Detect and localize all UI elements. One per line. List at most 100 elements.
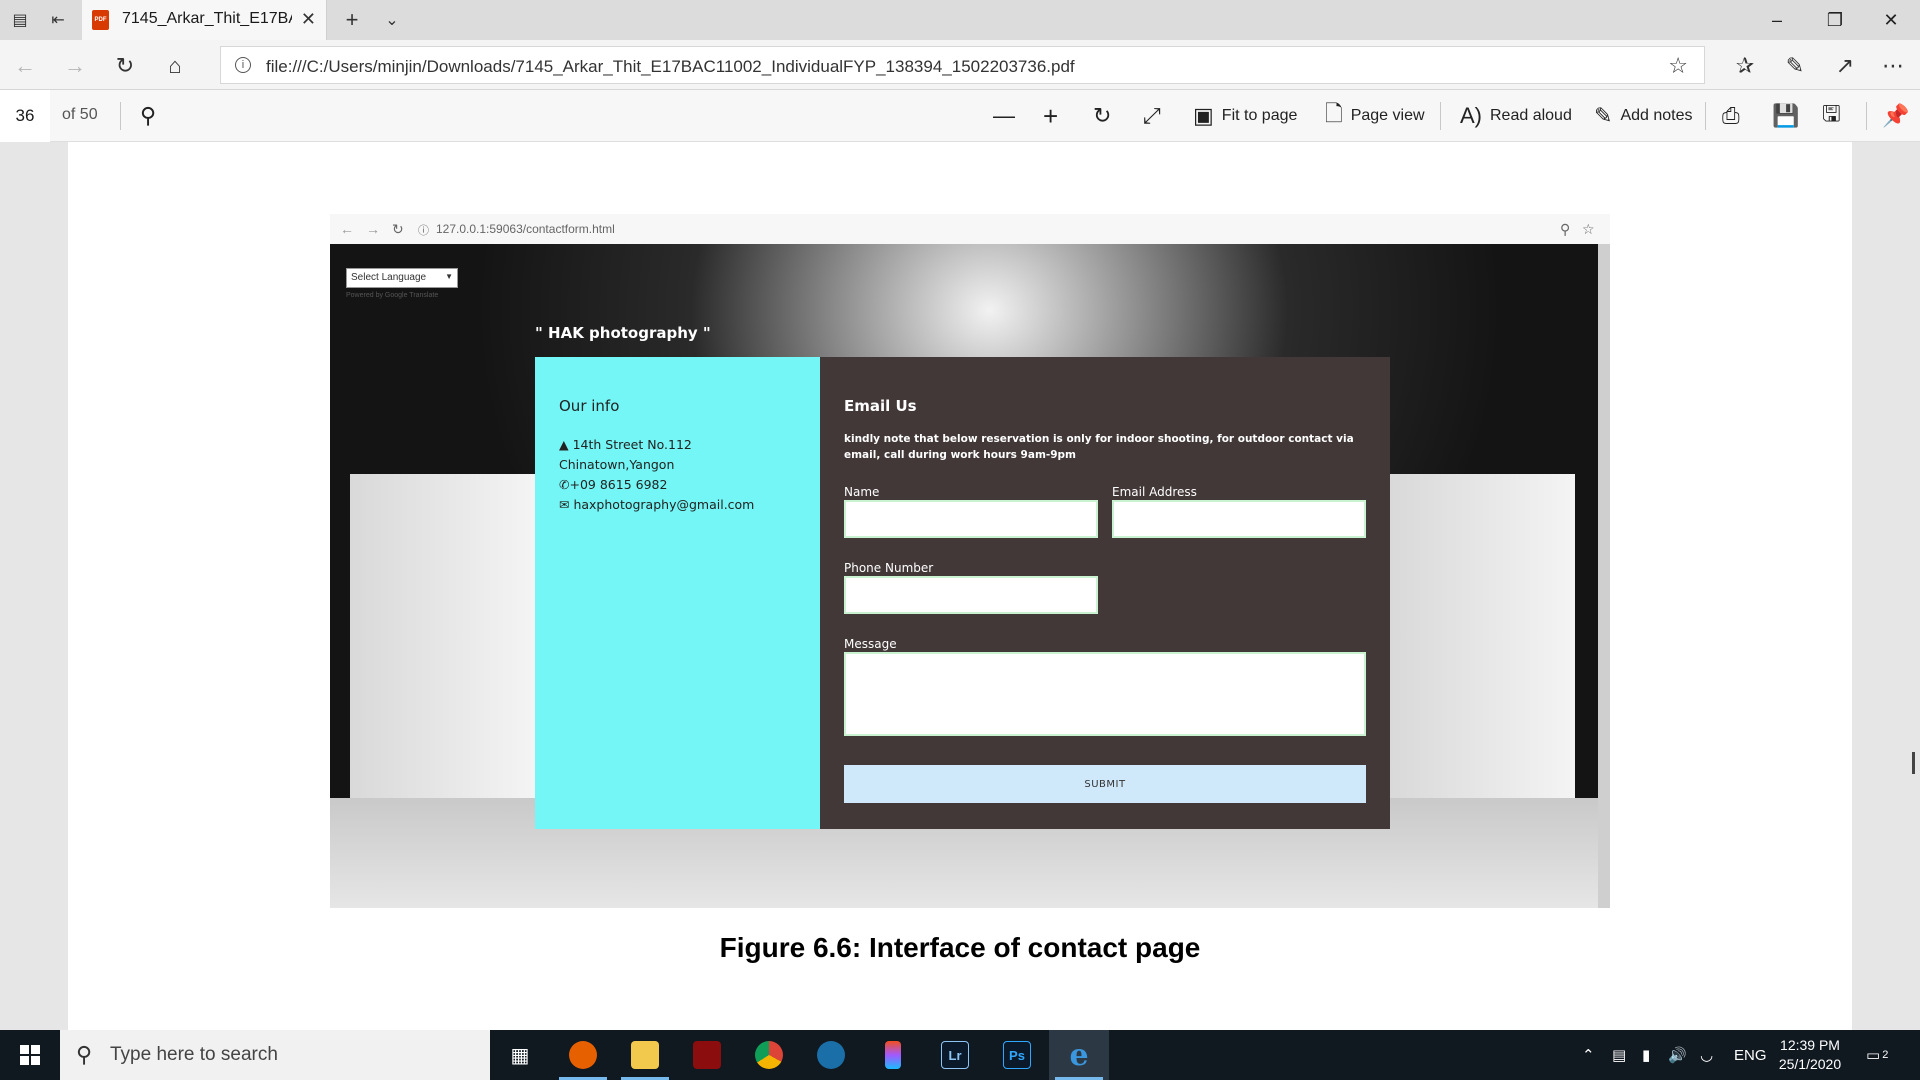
taskbar-chrome[interactable]: [739, 1030, 799, 1080]
red-app-icon: [693, 1041, 721, 1069]
toolbar-divider: [1866, 102, 1867, 130]
battery-icon[interactable]: ▮: [1642, 1030, 1650, 1080]
page-view-button[interactable]: 🗋 Page view: [1325, 90, 1425, 142]
our-info-panel: Our info ▲ 14th Street No.112 Chinatown,…: [535, 357, 820, 829]
search-icon: ⚲: [76, 1042, 93, 1067]
close-window-button[interactable]: ✕: [1862, 0, 1920, 40]
read-aloud-button[interactable]: A) Read aloud: [1460, 90, 1572, 142]
save-icon[interactable]: 💾: [1772, 90, 1807, 142]
toolbar-divider: [120, 102, 121, 130]
tab-actions-icon[interactable]: ▤: [8, 8, 32, 32]
screenshot-zoom-icon: ⚲: [1560, 221, 1571, 237]
taskbar-figma[interactable]: [863, 1030, 923, 1080]
restore-button[interactable]: ❐: [1806, 0, 1864, 40]
fit-to-page-label: Fit to page: [1221, 107, 1298, 124]
page-view-label: Page view: [1350, 107, 1425, 124]
action-center-button[interactable]: ▭ 2: [1866, 1030, 1888, 1080]
set-tabs-aside-icon[interactable]: ⇤: [46, 8, 70, 32]
our-info-heading: Our info: [559, 397, 620, 415]
tab-title: 7145_Arkar_Thit_E17BAC11002_IndividualFY…: [122, 10, 292, 27]
edge-icon: e: [1069, 1037, 1089, 1073]
screenshot-star-icon: ☆: [1582, 221, 1595, 237]
screenshot-url: 127.0.0.1:59063/contactform.html: [436, 222, 615, 236]
save-as-icon[interactable]: 🖫: [1822, 90, 1849, 142]
taskbar-steam[interactable]: [801, 1030, 861, 1080]
back-icon[interactable]: ←: [12, 53, 38, 79]
message-label: Message: [844, 637, 897, 651]
minimize-button[interactable]: –: [1748, 0, 1806, 40]
add-notes-button[interactable]: ✎ Add notes: [1594, 90, 1693, 142]
reservation-note: kindly note that below reservation is on…: [844, 433, 1354, 461]
zoom-in-icon[interactable]: +: [1043, 90, 1066, 142]
page-number-input[interactable]: 36: [0, 90, 50, 142]
tablet-icon[interactable]: ▤: [1612, 1030, 1626, 1080]
studio-backdrop-left: [350, 474, 535, 804]
page-total: of 50: [62, 106, 98, 123]
email-address-label: Email Address: [1112, 485, 1197, 499]
navigation-bar: ← → ↻ ⌂ i file:///C:/Users/minjin/Downlo…: [0, 40, 1920, 90]
start-button[interactable]: [0, 1030, 60, 1080]
taskbar-search-box[interactable]: ⚲ Type here to search: [60, 1030, 490, 1080]
more-icon[interactable]: ⋯: [1880, 53, 1906, 79]
pin-toolbar-icon[interactable]: 📌: [1882, 90, 1917, 142]
read-aloud-label: Read aloud: [1490, 107, 1572, 124]
brand-name: " HAK photography ": [535, 324, 711, 342]
browser-tab[interactable]: PDF 7145_Arkar_Thit_E17BAC11002_Individu…: [82, 0, 327, 40]
pen-icon: ✎: [1594, 103, 1613, 128]
notification-count: 2: [1882, 1049, 1889, 1061]
add-notes-label: Add notes: [1620, 107, 1693, 124]
page-view-icon: 🗋: [1325, 101, 1343, 126]
language-select-value: Select Language: [351, 272, 427, 283]
task-view-button[interactable]: ▦: [490, 1030, 550, 1080]
input-language[interactable]: ENG: [1734, 1030, 1767, 1080]
full-screen-icon[interactable]: ⤢: [1143, 90, 1169, 142]
print-icon[interactable]: ⎙: [1722, 90, 1748, 142]
phone-icon: ✆: [559, 477, 570, 492]
email-address-field: [1112, 500, 1366, 538]
fit-to-page-button[interactable]: ▣ Fit to page: [1193, 90, 1297, 142]
address-bar[interactable]: i file:///C:/Users/minjin/Downloads/7145…: [220, 46, 1705, 84]
pdf-page: ← → ↻ ⓘ 127.0.0.1:59063/contactform.html…: [68, 142, 1852, 1030]
favorite-star-icon[interactable]: ☆: [1668, 53, 1688, 79]
refresh-icon[interactable]: ↻: [112, 53, 138, 79]
photoshop-icon: Ps: [1003, 1041, 1031, 1069]
dropdown-arrow-icon: ▼: [445, 272, 453, 281]
taskbar-lightroom[interactable]: Lr: [925, 1030, 985, 1080]
rotate-icon[interactable]: ↻: [1093, 90, 1119, 142]
web-note-icon[interactable]: ✎: [1782, 53, 1808, 79]
forward-icon[interactable]: →: [62, 53, 88, 79]
powered-by-label: Powered by Google Translate: [346, 292, 439, 299]
phone-number-label: Phone Number: [844, 561, 934, 575]
clock[interactable]: 12:39 PM 25/1/2020: [1770, 1036, 1850, 1074]
name-label: Name: [844, 485, 880, 499]
search-icon[interactable]: ⚲: [140, 90, 164, 142]
taskbar-photoshop[interactable]: Ps: [987, 1030, 1047, 1080]
share-icon[interactable]: ↗: [1832, 53, 1858, 79]
chrome-icon: [755, 1041, 783, 1069]
notification-icon: ▭: [1866, 1047, 1881, 1064]
taskbar-firefox[interactable]: [553, 1030, 613, 1080]
lightroom-icon: Lr: [941, 1041, 969, 1069]
vertical-scrollbar-thumb[interactable]: [1912, 752, 1915, 774]
phone-text: +09 8615 6982: [569, 477, 668, 492]
toolbar-divider: [1705, 102, 1706, 130]
new-tab-icon[interactable]: +: [340, 7, 364, 32]
email-us-panel: Email Us kindly note that below reservat…: [820, 357, 1390, 829]
pdf-viewer[interactable]: ← → ↻ ⓘ 127.0.0.1:59063/contactform.html…: [0, 142, 1920, 1030]
read-aloud-icon: A): [1460, 103, 1482, 128]
site-info-icon[interactable]: i: [235, 57, 251, 73]
show-hidden-icons-icon[interactable]: ⌃: [1582, 1030, 1595, 1080]
volume-icon[interactable]: 🔊: [1668, 1030, 1687, 1080]
taskbar-edge[interactable]: e: [1049, 1030, 1109, 1080]
zoom-out-icon[interactable]: —: [993, 90, 1023, 142]
home-icon[interactable]: ⌂: [162, 53, 188, 79]
close-tab-icon[interactable]: ✕: [301, 9, 316, 30]
favorites-icon[interactable]: ✰: [1732, 53, 1758, 79]
taskbar-file-explorer[interactable]: [615, 1030, 675, 1080]
figure-caption: Figure 6.6: Interface of contact page: [719, 932, 1201, 963]
wifi-icon[interactable]: ◡: [1700, 1030, 1713, 1080]
taskbar-app-red[interactable]: [677, 1030, 737, 1080]
clock-date: 25/1/2020: [1778, 1056, 1842, 1072]
screenshot-browser-bar: ← → ↻ ⓘ 127.0.0.1:59063/contactform.html…: [330, 214, 1610, 244]
tab-preview-chevron-icon[interactable]: ⌄: [380, 8, 404, 32]
